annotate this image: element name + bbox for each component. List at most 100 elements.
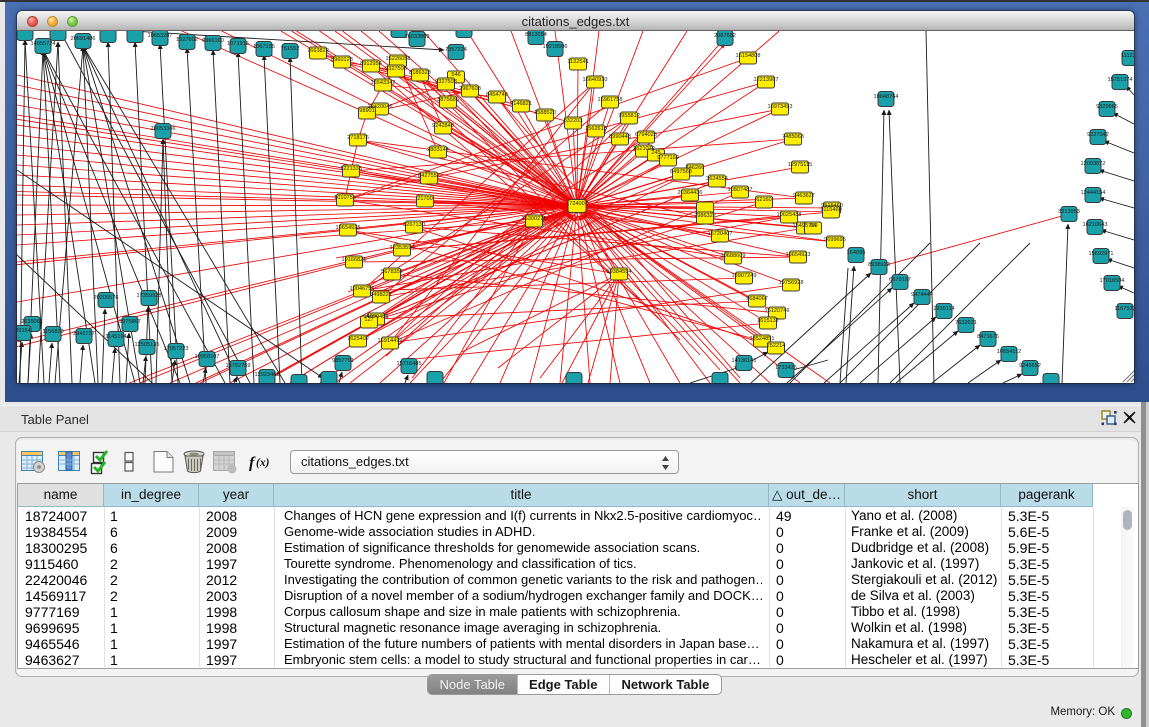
svg-text:1071915: 1071915 <box>227 41 249 47</box>
svg-text:15692971: 15692971 <box>1089 251 1114 257</box>
svg-text:16961758: 16961758 <box>598 97 623 103</box>
svg-text:9777169: 9777169 <box>657 155 679 161</box>
svg-text:16640910: 16640910 <box>583 77 608 83</box>
svg-text:751552: 751552 <box>281 46 300 52</box>
svg-text:1562615: 1562615 <box>585 126 607 132</box>
svg-text:7955812: 7955812 <box>618 113 640 119</box>
svg-text:10654112: 10654112 <box>997 349 1021 355</box>
svg-text:7625402: 7625402 <box>347 336 369 342</box>
svg-text:12093872: 12093872 <box>1081 161 1106 167</box>
svg-text:8427552: 8427552 <box>418 173 440 179</box>
svg-text:2967608: 2967608 <box>459 86 481 92</box>
svg-text:9115460: 9115460 <box>820 207 841 213</box>
svg-text:21700: 21700 <box>417 196 433 202</box>
svg-text:15226058: 15226058 <box>386 56 411 62</box>
svg-text:12444154: 12444154 <box>1081 190 1106 196</box>
svg-text:8912954: 8912954 <box>360 61 382 67</box>
svg-text:39154: 39154 <box>17 328 31 334</box>
svg-text:1588520: 1588520 <box>534 110 556 116</box>
svg-text:164095: 164095 <box>847 250 866 256</box>
svg-text:9327508: 9327508 <box>435 79 457 85</box>
svg-text:10958107: 10958107 <box>195 354 220 360</box>
svg-text:(x): (x) <box>256 457 270 469</box>
svg-text:8813054: 8813054 <box>525 32 547 38</box>
svg-text:20364436: 20364436 <box>678 190 703 196</box>
svg-text:12213967: 12213967 <box>754 77 779 83</box>
svg-text:9857791: 9857791 <box>332 358 354 364</box>
svg-text:1132541: 1132541 <box>567 59 588 65</box>
svg-text:16543342: 16543342 <box>371 80 396 86</box>
svg-text:1010755: 1010755 <box>334 195 356 201</box>
svg-text:10973493: 10973493 <box>768 104 793 110</box>
svg-text:252214: 252214 <box>767 343 786 349</box>
svg-text:9245652: 9245652 <box>1019 363 1041 369</box>
svg-text:3624554: 3624554 <box>706 176 728 182</box>
svg-text:20053346: 20053346 <box>151 126 176 132</box>
svg-text:20206576: 20206576 <box>94 295 119 301</box>
svg-text:1733426: 1733426 <box>775 365 797 371</box>
svg-text:17359928: 17359928 <box>137 293 162 299</box>
svg-text:9975867: 9975867 <box>119 319 141 325</box>
svg-text:64: 64 <box>810 223 816 229</box>
svg-text:2087682: 2087682 <box>714 33 736 39</box>
svg-text:3498222: 3498222 <box>370 292 392 298</box>
svg-text:8960123: 8960123 <box>331 57 353 63</box>
svg-text:10648764: 10648764 <box>874 94 899 100</box>
svg-text:19384554: 19384554 <box>607 269 632 275</box>
svg-text:127: 127 <box>364 317 373 323</box>
svg-text:62160: 62160 <box>756 197 772 203</box>
svg-text:832203: 832203 <box>564 118 583 124</box>
svg-text:8990448: 8990448 <box>609 134 631 140</box>
svg-text:19654925: 19654925 <box>336 225 361 231</box>
svg-text:8938923: 8938923 <box>868 262 890 268</box>
svg-text:7986322: 7986322 <box>694 213 716 219</box>
svg-text:9474444: 9474444 <box>911 292 933 298</box>
svg-text:3213953: 3213953 <box>1058 209 1080 215</box>
svg-text:9699695: 9699695 <box>824 237 846 243</box>
svg-text:9684067: 9684067 <box>746 296 768 302</box>
svg-text:19654923: 19654923 <box>786 252 811 258</box>
svg-text:2942737: 2942737 <box>73 331 95 337</box>
svg-text:14136141: 14136141 <box>732 358 757 364</box>
svg-text:1724007: 1724007 <box>566 201 588 207</box>
svg-text:1615132: 1615132 <box>757 318 779 324</box>
svg-text:2803144: 2803144 <box>427 147 449 153</box>
svg-text:8186323: 8186323 <box>409 70 431 76</box>
svg-text:98901: 98901 <box>359 108 375 114</box>
svg-text:19218506: 19218506 <box>543 44 568 50</box>
svg-text:2635061: 2635061 <box>21 319 43 325</box>
svg-text:12505135: 12505135 <box>135 342 160 348</box>
svg-text:15720407: 15720407 <box>708 231 733 237</box>
svg-text:6966160: 6966160 <box>202 38 224 44</box>
svg-text:8454749: 8454749 <box>486 92 508 98</box>
svg-text:111236: 111236 <box>1121 53 1134 59</box>
svg-text:3875685: 3875685 <box>437 97 459 103</box>
svg-text:3267130: 3267130 <box>403 222 425 228</box>
svg-text:6679197: 6679197 <box>889 277 911 283</box>
svg-text:9329966: 9329966 <box>1096 104 1118 110</box>
svg-text:2718176: 2718176 <box>347 135 369 141</box>
svg-text:9227342: 9227342 <box>1087 132 1109 138</box>
svg-text:13524851: 13524851 <box>750 336 775 342</box>
svg-text:8471676: 8471676 <box>977 334 999 340</box>
svg-text:20691406: 20691406 <box>71 36 96 42</box>
svg-text:16914479: 16914479 <box>378 338 403 344</box>
svg-text:9242848: 9242848 <box>432 123 454 129</box>
svg-text:12975115: 12975115 <box>788 162 812 168</box>
svg-text:16154808: 16154808 <box>736 53 761 59</box>
svg-text:17957223: 17957223 <box>164 346 189 352</box>
svg-text:9463627: 9463627 <box>793 193 815 199</box>
svg-text:16120746: 16120746 <box>765 308 790 314</box>
svg-text:12353594: 12353594 <box>390 245 415 251</box>
svg-text:16210643: 16210643 <box>1083 222 1108 228</box>
svg-text:1221338: 1221338 <box>340 166 362 172</box>
svg-text:546: 546 <box>451 72 460 78</box>
svg-text:15300275: 15300275 <box>522 216 547 222</box>
svg-text:1167533: 1167533 <box>1114 306 1134 312</box>
svg-text:f: f <box>249 455 256 472</box>
svg-text:10807487: 10807487 <box>728 187 753 193</box>
svg-text:16033809: 16033809 <box>405 34 430 40</box>
svg-text:7632621: 7632621 <box>955 320 977 326</box>
svg-text:1145194: 1145194 <box>105 334 126 340</box>
svg-text:9327506: 9327506 <box>385 66 407 72</box>
